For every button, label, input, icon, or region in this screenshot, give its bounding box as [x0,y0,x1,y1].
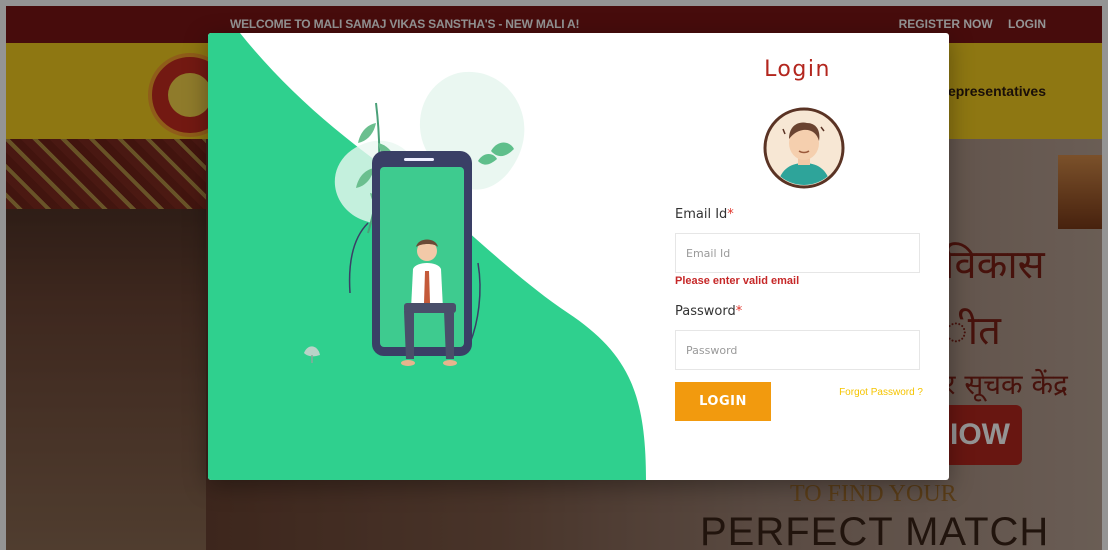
password-input[interactable] [675,330,920,370]
login-button[interactable]: LOGIN [675,382,771,421]
user-avatar-icon [763,107,845,189]
login-modal: Login Email Id* Please enter valid email… [208,33,949,480]
login-form: Login Email Id* Please enter valid email… [646,33,949,480]
email-error-message: Please enter valid email [675,275,800,287]
phone-person-illustration [208,33,646,480]
login-title: Login [764,57,831,82]
password-required-mark: * [735,304,743,319]
forgot-password-link[interactable]: Forgot Password ? [839,387,923,398]
password-label: Password* [675,304,743,319]
email-required-mark: * [727,207,734,222]
email-input[interactable] [675,233,920,273]
email-label: Email Id* [675,207,734,222]
